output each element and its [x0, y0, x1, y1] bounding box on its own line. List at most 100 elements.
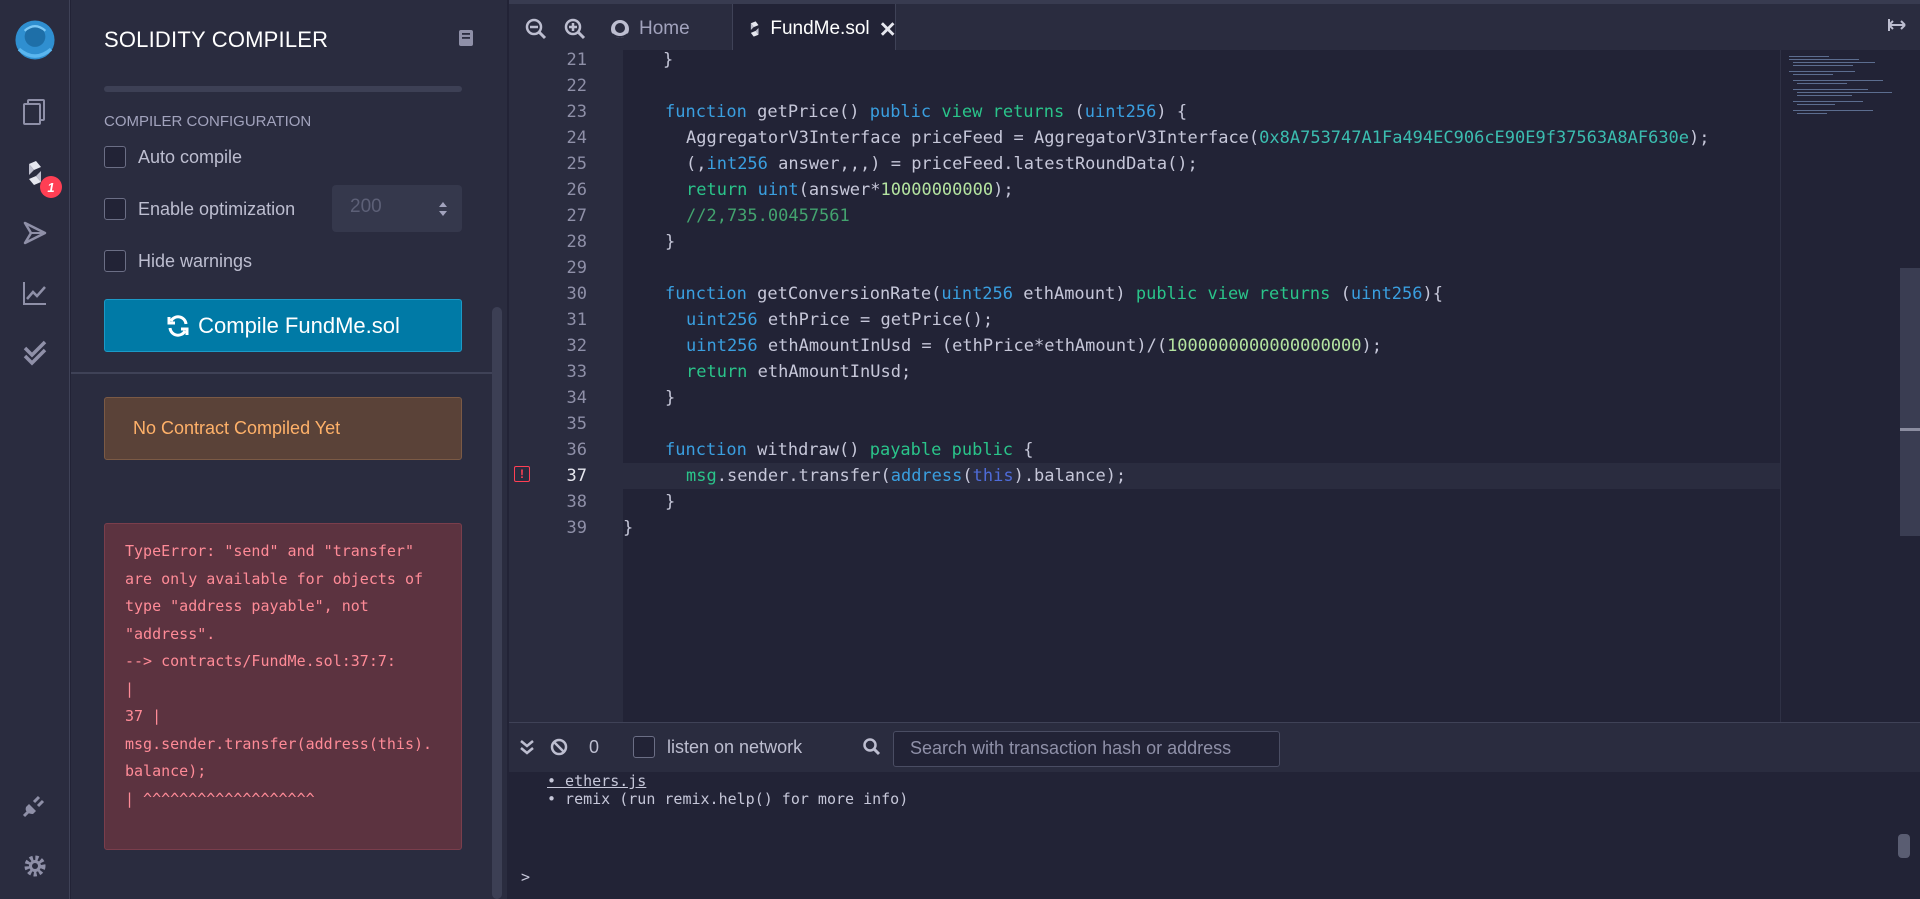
error-marker-icon[interactable]: ! — [514, 466, 530, 482]
line-number: 39 — [566, 518, 587, 538]
search-icon — [863, 738, 881, 756]
panel-title: SOLIDITY COMPILER — [104, 27, 329, 52]
error-line: balance); — [125, 762, 207, 780]
listen-on-network-option[interactable]: listen on network — [633, 736, 802, 758]
icon-rail: 1 — [0, 0, 70, 899]
tab-home[interactable]: Home — [609, 4, 690, 54]
terminal-prompt[interactable]: > — [521, 868, 530, 886]
no-contract-warning: No Contract Compiled Yet — [104, 397, 462, 460]
auto-compile-checkbox[interactable] — [104, 146, 126, 168]
line-number: 30 — [566, 284, 587, 304]
compile-button[interactable]: Compile FundMe.sol — [104, 299, 462, 352]
enable-optimization-label: Enable optimization — [138, 198, 296, 219]
code-line: AggregatorV3Interface priceFeed = Aggreg… — [686, 128, 1710, 148]
hide-warnings-label: Hide warnings — [138, 250, 253, 271]
terminal-scrollbar[interactable] — [1898, 834, 1910, 858]
error-line: are only available for objects of — [125, 569, 424, 588]
spinner-arrows-icon[interactable] — [438, 201, 448, 217]
line-number: 25 — [566, 154, 587, 174]
enable-optimization-checkbox[interactable] — [104, 198, 126, 220]
clear-console-icon[interactable] — [550, 738, 568, 756]
documentation-book-icon[interactable] — [456, 28, 476, 48]
tab-fundme-sol[interactable]: FundMe.sol — [732, 4, 896, 54]
code-line: } — [665, 388, 676, 408]
remix-logo-icon[interactable] — [0, 10, 70, 70]
hide-warnings-checkbox[interactable] — [104, 250, 126, 272]
solidity-file-icon — [750, 21, 759, 37]
code-line: return uint(answer*10000000000); — [686, 180, 1014, 200]
plugin-manager-icon[interactable] — [0, 780, 70, 830]
auto-compile-option[interactable]: Auto compile — [104, 145, 242, 169]
line-number: 29 — [566, 258, 587, 278]
line-number: 34 — [566, 388, 587, 408]
tab-home-label: Home — [639, 18, 690, 39]
line-number: 27 — [566, 206, 587, 226]
listen-on-network-checkbox[interactable] — [633, 736, 655, 758]
code-line: (,int256 answer,,,) = priceFeed.latestRo… — [686, 154, 1198, 174]
collapse-terminal-icon[interactable] — [519, 739, 535, 755]
editor-tab-bar: Home FundMe.sol — [509, 0, 1920, 54]
terminal-toolbar: 0 listen on network Search with transact… — [509, 722, 1920, 772]
error-line: --> contracts/FundMe.sol:37:7: — [125, 652, 396, 670]
code-line: function getPrice() public view returns … — [665, 102, 1188, 122]
code-line: } — [665, 492, 676, 512]
code-minimap[interactable] — [1780, 50, 1900, 722]
analytics-icon[interactable] — [0, 268, 70, 318]
pending-transactions-count: 0 — [589, 737, 600, 757]
testing-icon[interactable] — [0, 328, 70, 378]
close-tab-icon[interactable] — [880, 21, 895, 37]
terminal-line: • remix (run remix.help() for more info) — [547, 790, 909, 808]
panel-scrollbar[interactable] — [492, 307, 502, 899]
line-number: 23 — [566, 102, 587, 122]
line-number: 36 — [566, 440, 587, 460]
deploy-run-icon[interactable] — [0, 208, 70, 258]
line-number: 35 — [566, 414, 587, 434]
line-number: 28 — [566, 232, 587, 252]
editor-scrollbar-marker — [1900, 428, 1920, 431]
line-number: 21 — [566, 50, 587, 70]
code-line: uint256 ethPrice = getPrice(); — [686, 310, 994, 330]
panel-separator — [71, 372, 494, 374]
code-line: return ethAmountInUsd; — [686, 362, 912, 382]
line-number: 38 — [566, 492, 587, 512]
code-line: function getConversionRate(uint256 ethAm… — [665, 284, 1443, 304]
settings-gear-icon[interactable] — [0, 841, 70, 891]
zoom-out-icon[interactable] — [525, 18, 547, 40]
code-line: } — [623, 518, 634, 538]
line-number: 31 — [566, 310, 587, 330]
tab-active-label: FundMe.sol — [770, 18, 870, 39]
expand-arrows-icon[interactable] — [1888, 16, 1906, 34]
compile-button-label: Compile FundMe.sol — [198, 312, 400, 338]
code-editor[interactable]: } function getPrice() public view return… — [623, 50, 1780, 722]
transaction-search-input[interactable]: Search with transaction hash or address — [893, 731, 1280, 767]
error-line: | ^^^^^^^^^^^^^^^^^^^ — [125, 789, 315, 808]
compile-error-message[interactable]: TypeError: "send" and "transfer" are onl… — [104, 523, 462, 850]
solidity-compiler-icon[interactable]: 1 — [0, 148, 70, 198]
remix-home-icon — [611, 20, 629, 38]
error-line: msg.sender.transfer(address(this). — [125, 734, 433, 753]
refresh-icon — [167, 314, 189, 337]
line-number: 24 — [566, 128, 587, 148]
editor-scrollbar-thumb[interactable] — [1900, 268, 1920, 536]
terminal-line[interactable]: • ethers.js — [547, 772, 646, 790]
zoom-in-icon[interactable] — [564, 18, 586, 40]
error-count-badge: 1 — [40, 176, 62, 198]
auto-compile-label: Auto compile — [138, 146, 243, 167]
enable-optimization-option[interactable]: Enable optimization — [104, 197, 295, 221]
code-line: } — [665, 232, 676, 252]
optimization-runs-input[interactable]: 200 — [332, 185, 462, 232]
listen-on-network-label: listen on network — [667, 736, 803, 757]
hide-warnings-option[interactable]: Hide warnings — [104, 249, 252, 273]
error-line: type "address payable", not — [125, 597, 369, 615]
line-number: 33 — [566, 362, 587, 382]
line-number: 32 — [566, 336, 587, 356]
terminal-output[interactable]: • ethers.js • remix (run remix.help() fo… — [509, 772, 1920, 899]
code-line-active: msg.sender.transfer(address(this).balanc… — [623, 463, 1780, 489]
error-line: | — [125, 679, 135, 698]
error-line: TypeError: "send" and "transfer" — [125, 542, 414, 560]
optimization-runs-value: 200 — [350, 196, 382, 217]
file-explorer-icon[interactable] — [0, 86, 70, 136]
